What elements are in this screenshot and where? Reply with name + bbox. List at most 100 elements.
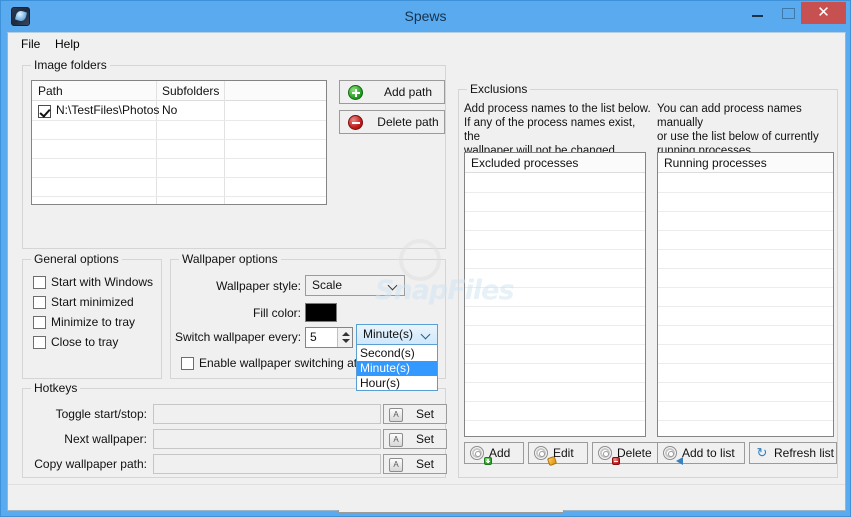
hotkey-input-copy-path[interactable] bbox=[153, 454, 381, 474]
hotkey-label-next: Next wallpaper: bbox=[64, 432, 147, 446]
wallpaper-style-label: Wallpaper style: bbox=[216, 279, 301, 293]
menu-bar: File Help bbox=[8, 33, 845, 54]
menu-item-file[interactable]: File bbox=[16, 36, 45, 52]
maximize-button[interactable] bbox=[773, 2, 801, 24]
hotkeys-group: Hotkeys Toggle start/stop: Set Next wall… bbox=[22, 381, 447, 478]
column-header-subfolders: Subfolders bbox=[162, 84, 220, 98]
list-row-separator bbox=[658, 306, 833, 307]
grid-row-separator bbox=[32, 196, 326, 197]
excluded-processes-list[interactable]: Excluded processes bbox=[464, 152, 646, 437]
refresh-list-button[interactable]: ↻ Refresh list bbox=[749, 442, 837, 464]
menu-item-help[interactable]: Help bbox=[50, 36, 85, 52]
list-row-separator bbox=[658, 401, 833, 402]
client-area: File Help Image folders Path Subfolders … bbox=[7, 32, 846, 513]
add-label: Add bbox=[489, 446, 511, 460]
plus-circle-icon bbox=[348, 85, 363, 100]
hotkeys-legend: Hotkeys bbox=[31, 381, 81, 395]
hotkey-set-button-copy-path[interactable]: Set bbox=[383, 454, 447, 474]
checkbox-box bbox=[33, 276, 46, 289]
checkbox-box bbox=[33, 336, 46, 349]
interval-unit-value: Minute(s) bbox=[363, 327, 414, 341]
list-row-separator bbox=[658, 325, 833, 326]
refresh-icon: ↻ bbox=[756, 445, 768, 460]
fill-color-swatch[interactable] bbox=[305, 303, 337, 322]
window-title: Spews bbox=[404, 8, 447, 24]
list-row-separator bbox=[465, 382, 645, 383]
dropdown-option-minutes[interactable]: Minute(s) bbox=[357, 361, 437, 376]
gear-minus-icon bbox=[598, 446, 620, 465]
path-row-value: N:\TestFiles\Photos bbox=[56, 103, 160, 117]
delete-excluded-process-button[interactable]: Delete bbox=[592, 442, 660, 465]
status-bar bbox=[8, 484, 845, 510]
list-row-separator bbox=[465, 287, 645, 288]
chevron-down-icon bbox=[422, 331, 430, 339]
stepper-up-icon[interactable] bbox=[342, 332, 350, 336]
add-to-list-button[interactable]: Add to list bbox=[657, 442, 745, 465]
path-list-grid[interactable]: Path Subfolders N:\TestFiles\Photos No bbox=[31, 80, 327, 205]
exclusions-legend: Exclusions bbox=[467, 82, 531, 96]
checkbox-box bbox=[33, 316, 46, 329]
path-row-subfolders: No bbox=[162, 103, 178, 117]
stepper-buttons[interactable] bbox=[337, 328, 352, 347]
checkbox-label: Close to tray bbox=[51, 335, 119, 349]
dropdown-option-seconds[interactable]: Second(s) bbox=[357, 346, 437, 361]
edit-label: Edit bbox=[553, 446, 574, 460]
hotkey-input-next[interactable] bbox=[153, 429, 381, 449]
list-row-separator bbox=[658, 268, 833, 269]
interval-unit-select[interactable]: Minute(s) bbox=[356, 324, 438, 345]
hotkey-set-button-toggle[interactable]: Set bbox=[383, 404, 447, 424]
set-label: Set bbox=[415, 407, 434, 421]
list-row-separator bbox=[465, 363, 645, 364]
list-row-separator bbox=[658, 420, 833, 421]
grid-row-separator bbox=[32, 120, 326, 121]
interval-unit-dropdown-list[interactable]: Second(s) Minute(s) Hour(s) bbox=[356, 344, 438, 391]
exclusions-right-description: You can add process names manually or us… bbox=[657, 103, 819, 157]
checkbox-label: Minimize to tray bbox=[51, 315, 136, 329]
hotkey-set-button-next[interactable]: Set bbox=[383, 429, 447, 449]
gear-pencil-icon bbox=[534, 446, 558, 467]
close-button[interactable]: ✕ bbox=[801, 2, 846, 24]
dropdown-option-hours[interactable]: Hour(s) bbox=[357, 376, 437, 391]
image-folders-legend: Image folders bbox=[31, 58, 110, 72]
delete-path-label: Delete path bbox=[377, 115, 439, 129]
list-row-separator bbox=[465, 211, 645, 212]
add-path-label: Add path bbox=[383, 85, 433, 99]
path-row-checkbox[interactable] bbox=[38, 105, 51, 118]
running-processes-header-label: Running processes bbox=[664, 156, 767, 170]
checkbox-box bbox=[181, 357, 194, 370]
list-row-separator bbox=[658, 192, 833, 193]
wallpaper-style-select[interactable]: Scale bbox=[305, 275, 405, 296]
hotkey-label-copy-path: Copy wallpaper path: bbox=[34, 457, 147, 471]
minimize-button[interactable] bbox=[743, 2, 771, 24]
list-row-separator bbox=[658, 249, 833, 250]
grid-column-separator bbox=[224, 81, 225, 204]
keyboard-key-icon bbox=[389, 433, 403, 447]
edit-excluded-process-button[interactable]: Edit bbox=[528, 442, 588, 467]
add-excluded-process-button[interactable]: Add bbox=[464, 442, 524, 465]
list-row-separator bbox=[465, 230, 645, 231]
delete-path-button[interactable]: Delete path bbox=[339, 110, 445, 134]
switch-interval-value: 5 bbox=[310, 330, 317, 344]
add-to-list-label: Add to list bbox=[682, 446, 735, 460]
checkbox-label: Start with Windows bbox=[51, 275, 154, 289]
grid-row-separator bbox=[32, 139, 326, 140]
fill-color-label: Fill color: bbox=[252, 306, 301, 320]
application-window: Spews ✕ File Help Image folders Path Sub… bbox=[0, 0, 851, 517]
switch-interval-stepper[interactable]: 5 bbox=[305, 327, 353, 348]
switch-every-label: Switch wallpaper every: bbox=[175, 330, 302, 344]
running-processes-list[interactable]: Running processes bbox=[657, 152, 834, 437]
list-row-separator bbox=[465, 249, 645, 250]
title-bar: Spews ✕ bbox=[1, 1, 850, 32]
checkbox-box bbox=[33, 296, 46, 309]
stepper-down-icon[interactable] bbox=[342, 339, 350, 343]
list-row-separator bbox=[658, 363, 833, 364]
refresh-list-label: Refresh list bbox=[774, 446, 835, 460]
gear-arrow-icon bbox=[663, 446, 683, 465]
list-row-separator bbox=[658, 382, 833, 383]
list-row-separator bbox=[465, 401, 645, 402]
list-row-separator bbox=[465, 420, 645, 421]
add-path-button[interactable]: Add path bbox=[339, 80, 445, 104]
grid-row-separator bbox=[32, 158, 326, 159]
general-options-group: General options Start with Windows Start… bbox=[22, 252, 162, 379]
hotkey-input-toggle[interactable] bbox=[153, 404, 381, 424]
